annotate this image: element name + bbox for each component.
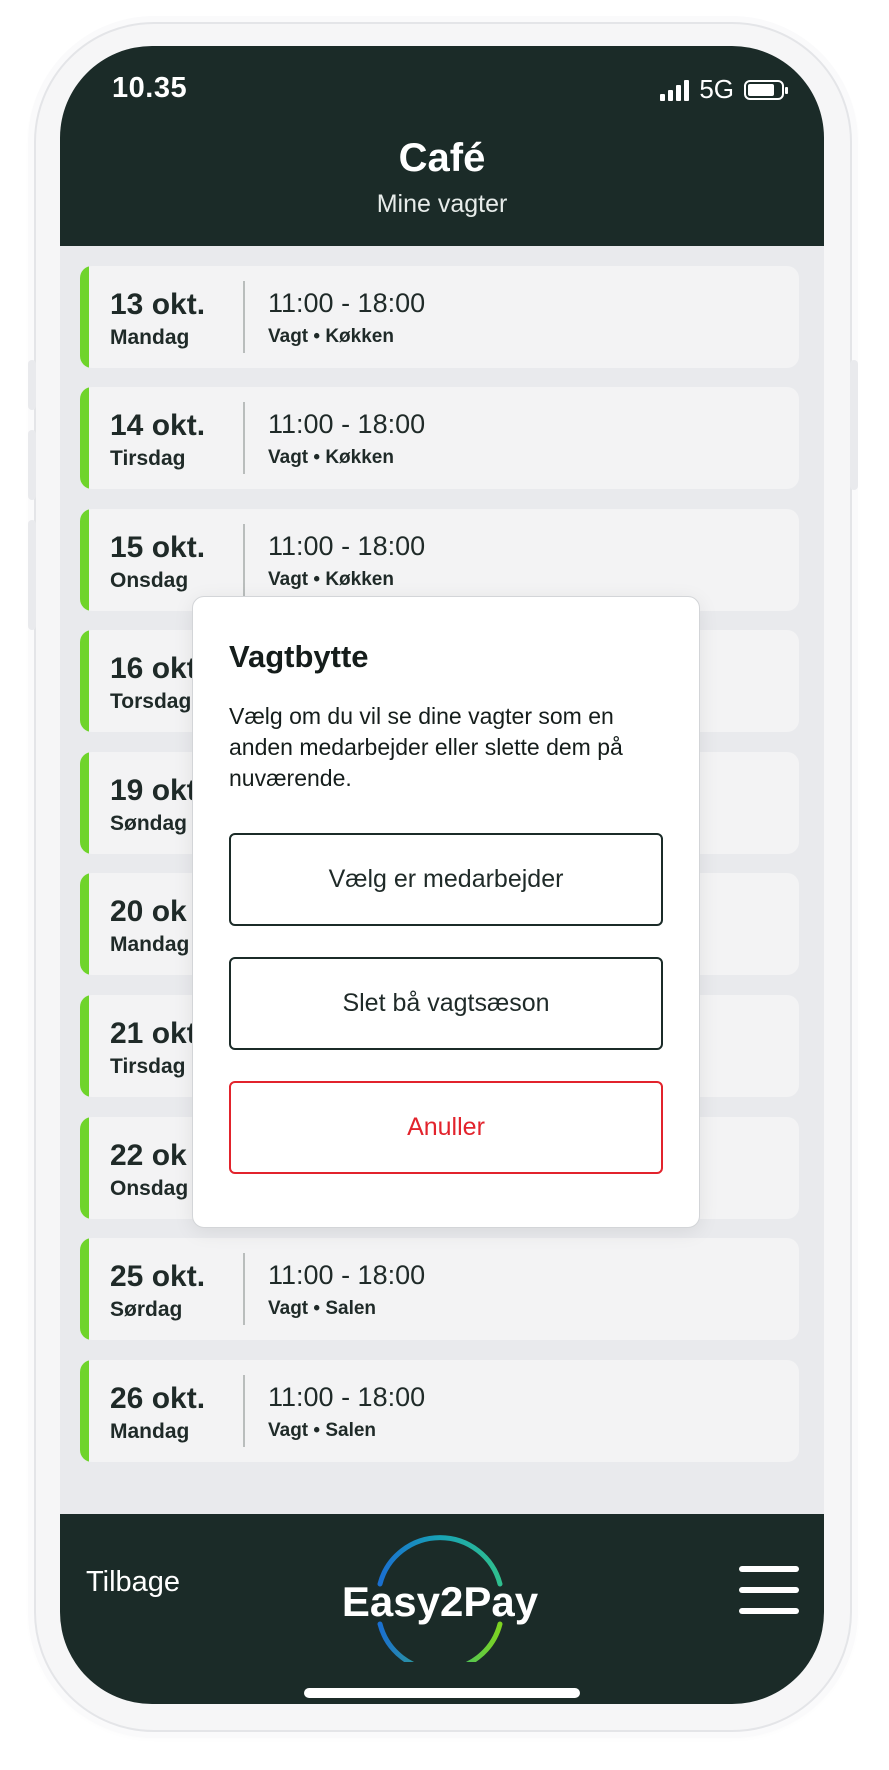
phone-volume-up-button — [28, 430, 36, 500]
shift-date: 19 okt — [110, 774, 197, 807]
shift-accent-bar — [80, 995, 89, 1097]
bottom-bar: Tilbage Easy2Pay — [60, 1514, 824, 1704]
delete-shift-season-button[interactable]: Slet bå vagtsæson — [229, 957, 663, 1050]
shift-weekday: Mandag — [110, 933, 190, 956]
cancel-button[interactable]: Anuller — [229, 1081, 663, 1174]
home-indicator[interactable] — [304, 1688, 580, 1698]
shift-accent-bar — [80, 752, 89, 854]
shift-weekday: Onsdag — [110, 1177, 189, 1200]
shift-weekday: Tirsdag — [110, 1055, 186, 1078]
shift-accent-bar — [80, 509, 89, 611]
shift-weekday: Torsdag — [110, 690, 192, 713]
shift-accent-bar — [80, 387, 89, 489]
signal-icon — [660, 79, 690, 101]
shift-detail: Vagt • Køkken — [268, 569, 394, 590]
status-indicators: 5G — [660, 74, 788, 105]
phone-power-button — [850, 360, 858, 490]
status-time: 10.35 — [112, 72, 188, 104]
shift-accent-bar — [80, 266, 89, 368]
shift-weekday: Onsdag — [110, 569, 189, 592]
shift-detail: Vagt • Køkken — [268, 326, 394, 347]
app-screen: 10.35 5G Café Mine vagter 13 okt. Mandag… — [60, 46, 824, 1704]
page-subtitle: Mine vagter — [376, 190, 508, 218]
shift-date: 21 okt — [110, 1017, 197, 1050]
shift-date: 13 okt. — [110, 288, 206, 321]
shift-detail: Vagt • Salen — [268, 1298, 377, 1319]
shift-divider — [243, 524, 245, 596]
easy2pay-logo: Easy2Pay — [342, 1535, 539, 1662]
shift-swap-dialog: Vagtbytte Vælg om du vil se dine vagter … — [192, 596, 700, 1228]
shift-weekday: Mandag — [110, 326, 190, 349]
shift-card[interactable]: 25 okt. Sørdag 11:00 - 18:00 Vagt • Sale… — [80, 1238, 799, 1340]
shift-date: 25 okt. — [110, 1260, 206, 1293]
shift-divider — [243, 1375, 245, 1447]
shift-date: 26 okt. — [110, 1382, 206, 1415]
logo-text: Easy2Pay — [342, 1578, 539, 1625]
shift-weekday: Sørdag — [110, 1298, 183, 1321]
back-button[interactable]: Tilbage — [86, 1566, 180, 1599]
shift-accent-bar — [80, 1238, 89, 1340]
shift-card[interactable]: 26 okt. Mandag 11:00 - 18:00 Vagt • Sale… — [80, 1360, 799, 1462]
shift-detail: Vagt • Køkken — [268, 447, 394, 468]
shift-divider — [243, 402, 245, 474]
shift-time: 11:00 - 18:00 — [268, 531, 426, 561]
shift-accent-bar — [80, 1117, 89, 1219]
shift-detail: Vagt • Salen — [268, 1420, 377, 1441]
choose-employee-button[interactable]: Vælg er medarbejder — [229, 833, 663, 926]
shift-card[interactable]: 14 okt. Tirsdag 11:00 - 18:00 Vagt • Køk… — [80, 387, 799, 489]
shift-time: 11:00 - 18:00 — [268, 409, 426, 439]
network-label: 5G — [699, 74, 734, 104]
shift-accent-bar — [80, 630, 89, 732]
phone-volume-down-button — [28, 520, 36, 630]
page-title: Café — [398, 136, 486, 180]
shift-divider — [243, 281, 245, 353]
shift-weekday: Mandag — [110, 1420, 190, 1443]
shift-accent-bar — [80, 1360, 89, 1462]
shift-accent-bar — [80, 873, 89, 975]
shift-date: 14 okt. — [110, 409, 206, 442]
shift-time: 11:00 - 18:00 — [268, 1382, 426, 1412]
shift-divider — [243, 1253, 245, 1325]
shift-card[interactable]: 13 okt. Mandag 11:00 - 18:00 Vagt • Køkk… — [80, 266, 799, 368]
shift-date: 22 ok — [110, 1139, 187, 1172]
shift-date: 16 okt — [110, 652, 197, 685]
shift-date: 15 okt. — [110, 531, 206, 564]
shift-date: 20 ok — [110, 895, 187, 928]
dialog-title: Vagtbytte — [229, 639, 369, 674]
dialog-message: Vælg om du vil se dine vagter som en and… — [229, 703, 623, 791]
shift-time: 11:00 - 18:00 — [268, 288, 426, 318]
shift-weekday: Søndag — [110, 812, 187, 835]
shift-weekday: Tirsdag — [110, 447, 186, 470]
shift-time: 11:00 - 18:00 — [268, 1260, 426, 1290]
battery-icon — [744, 79, 788, 100]
phone-side-button — [28, 360, 36, 410]
menu-icon[interactable] — [739, 1566, 799, 1620]
header-bar: 10.35 5G Café Mine vagter — [60, 46, 824, 246]
